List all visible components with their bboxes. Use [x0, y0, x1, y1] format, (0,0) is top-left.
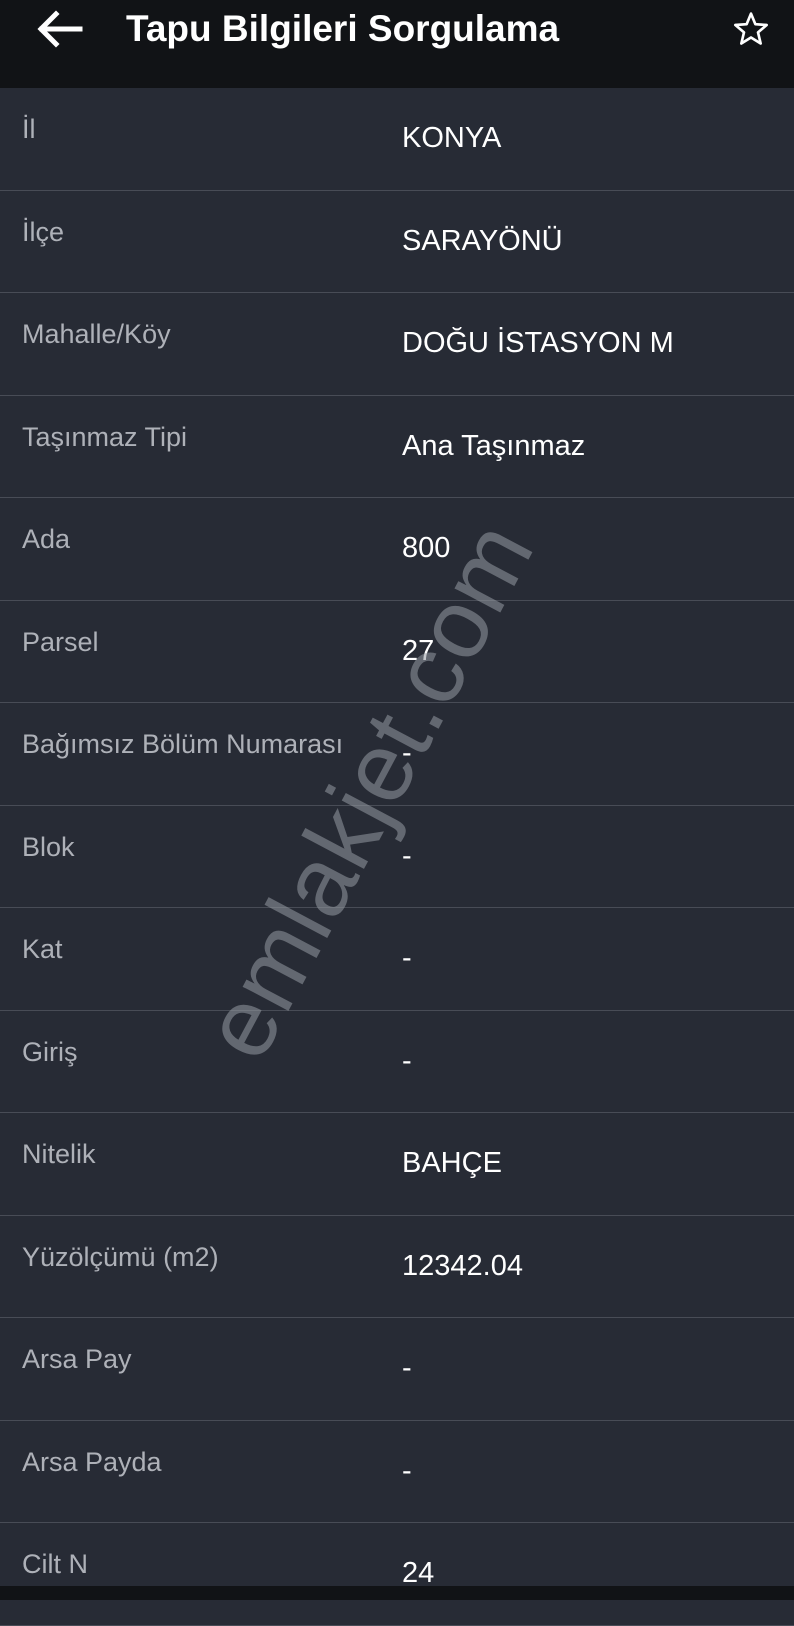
row-kat: Kat - [0, 908, 794, 1011]
row-parsel: Parsel 27 [0, 601, 794, 703]
row-label: Nitelik [22, 1139, 96, 1169]
row-label: Ada [22, 524, 71, 554]
row-value: KONYA [402, 122, 502, 154]
row-yuzolcumu: Yüzölçümü (m2) 12342.04 [0, 1216, 794, 1318]
row-value: - [402, 1352, 412, 1384]
row-value: - [402, 942, 412, 974]
row-label: Giriş [22, 1036, 78, 1067]
star-outline-icon [734, 12, 768, 45]
row-value: 800 [402, 532, 451, 564]
row-value: Ana Taşınmaz [402, 429, 586, 462]
row-blok: Blok - [0, 806, 794, 908]
row-value: BAHÇE [402, 1147, 502, 1179]
row-label: Mahalle/Köy [22, 319, 171, 349]
row-label: İl [22, 114, 36, 144]
row-label: Bağımsız Bölüm Numarası [22, 729, 344, 759]
row-arsa-payda: Arsa Payda - [0, 1421, 794, 1523]
row-value: 27 [402, 634, 435, 667]
row-label: Arsa Payda [22, 1446, 162, 1477]
row-mahalle-koy: Mahalle/Köy DOĞU İSTASYON M [0, 293, 794, 396]
favorite-button[interactable] [728, 4, 774, 54]
row-value: 12342.04 [402, 1249, 523, 1282]
row-arsa-pay: Arsa Pay - [0, 1318, 794, 1421]
row-label: Yüzölçümü (m2) [22, 1241, 219, 1272]
row-label: Taşınmaz Tipi [22, 421, 188, 452]
row-giris: Giriş - [0, 1011, 794, 1113]
page-title: Tapu Bilgileri Sorgulama [126, 8, 560, 49]
row-label: Cilt N [22, 1549, 88, 1579]
app-bar: Tapu Bilgileri Sorgulama [0, 0, 794, 88]
arrow-left-icon [37, 10, 83, 48]
row-label: Arsa Pay [22, 1344, 132, 1374]
property-info-list: İl KONYA İlçe SARAYÖNÜ Mahalle/Köy DOĞU … [0, 88, 794, 1626]
row-nitelik: Nitelik BAHÇE [0, 1113, 794, 1216]
row-label: İlçe [22, 216, 65, 247]
row-value: - [402, 1044, 412, 1077]
row-label: Kat [22, 934, 63, 964]
back-button[interactable] [30, 4, 88, 54]
row-label: Blok [22, 831, 75, 862]
row-value: - [402, 1454, 412, 1487]
row-label: Parsel [22, 626, 99, 657]
row-ilce: İlçe SARAYÖNÜ [0, 191, 794, 293]
row-cilt-no: Cilt N 24 [0, 1523, 794, 1626]
row-bagimsiz-bolum-numarasi: Bağımsız Bölüm Numarası - [0, 703, 794, 806]
row-value: SARAYÖNÜ [402, 224, 563, 257]
row-tasinmaz-tipi: Taşınmaz Tipi Ana Taşınmaz [0, 396, 794, 498]
row-value: - [402, 737, 412, 769]
row-value: - [402, 839, 412, 872]
row-value: DOĞU İSTASYON M [402, 327, 674, 359]
row-ada: Ada 800 [0, 498, 794, 601]
bottom-bar [0, 1586, 794, 1600]
row-il: İl KONYA [0, 88, 794, 191]
